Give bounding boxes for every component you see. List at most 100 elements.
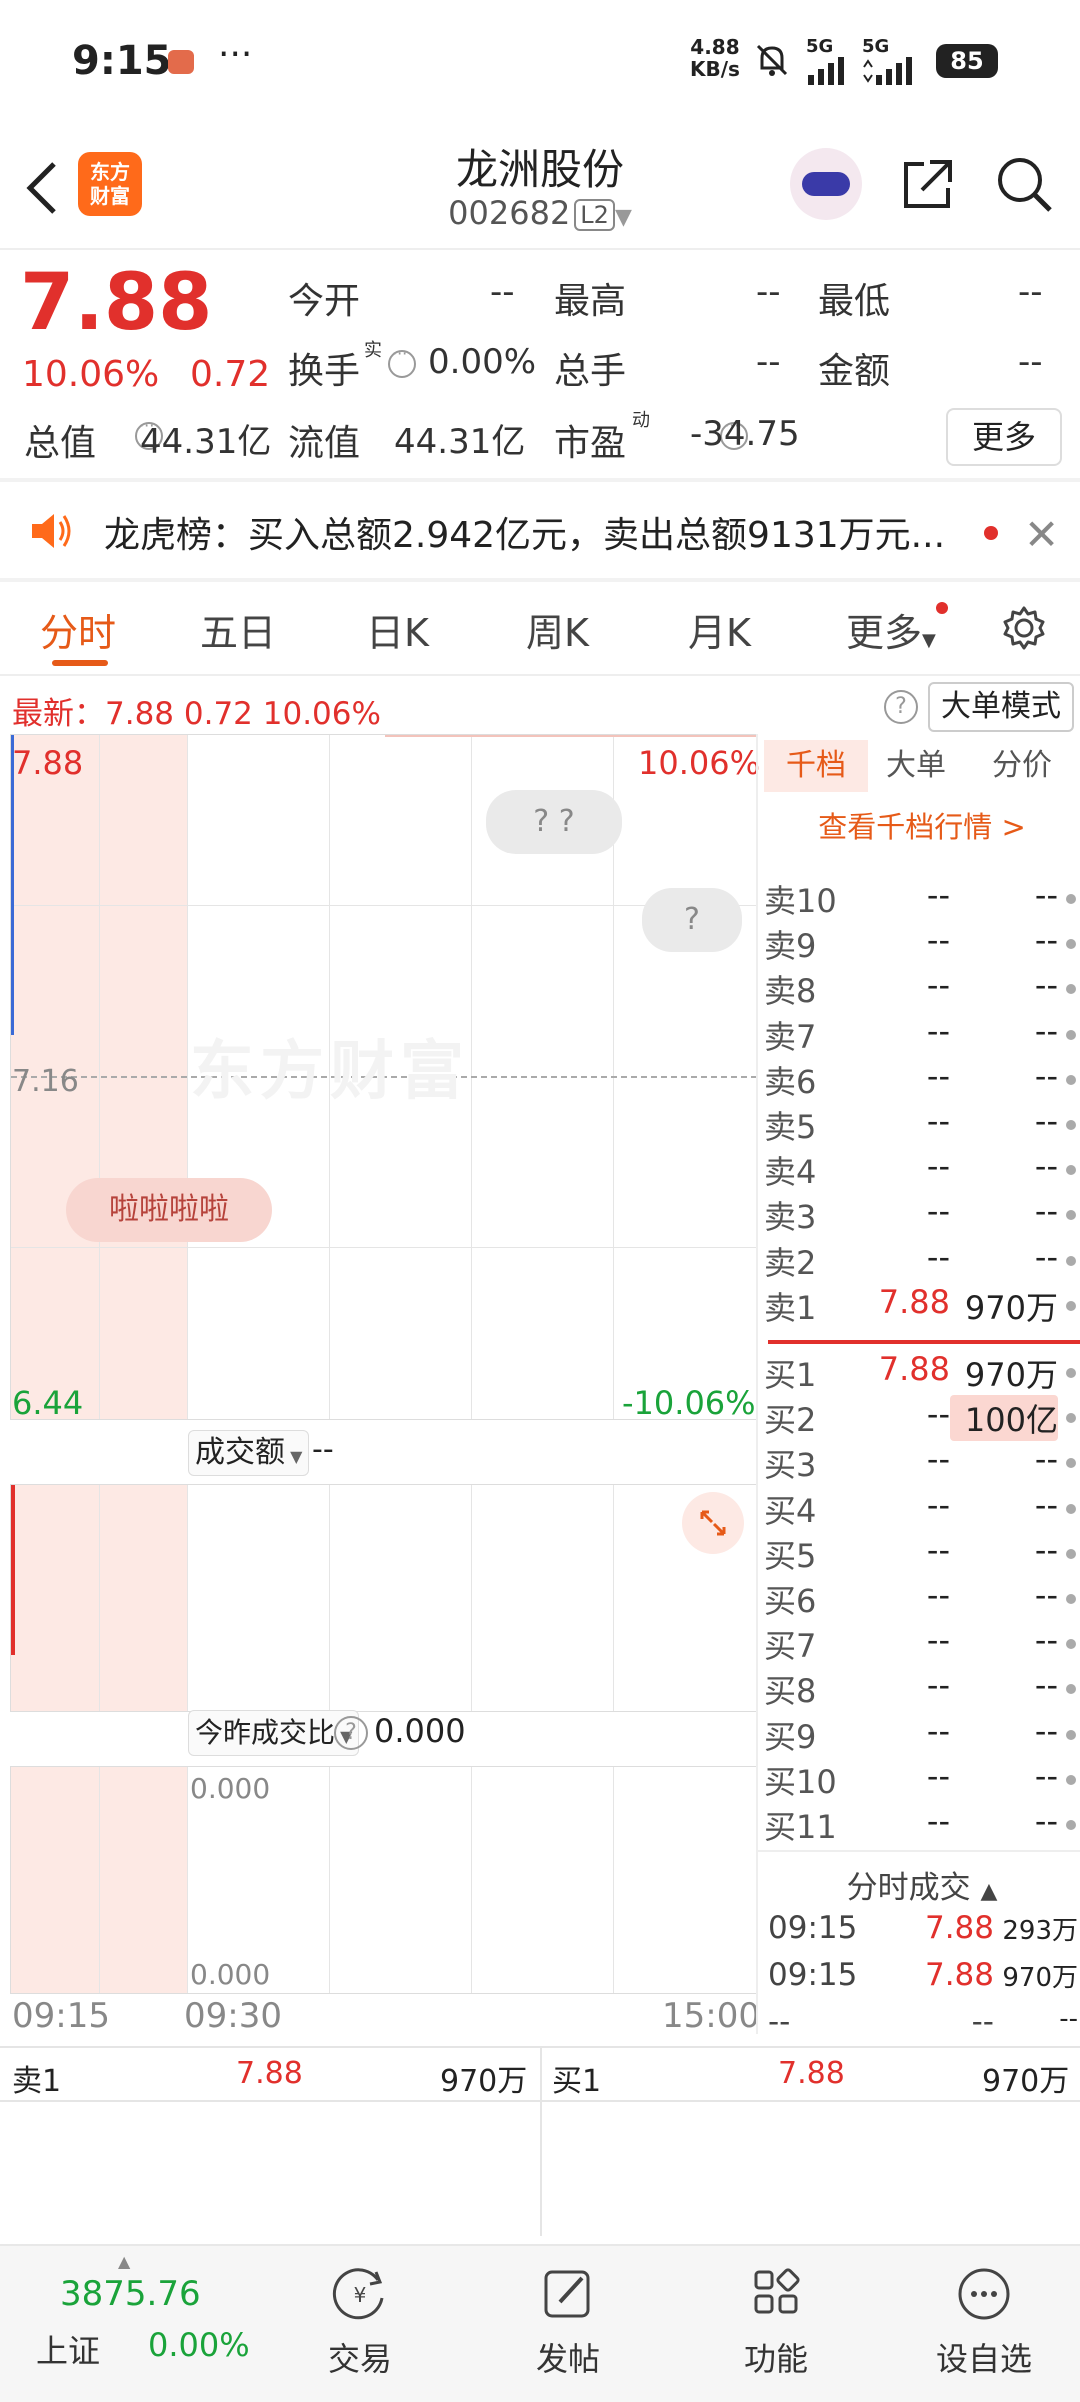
nav-post[interactable]: 发帖 — [508, 2266, 628, 2380]
change-percent: 10.06% — [22, 354, 160, 395]
buy-row[interactable]: 买11 -- -- — [764, 1802, 1080, 1847]
ratio-help-icon[interactable]: ? — [334, 1716, 368, 1750]
buy-row[interactable]: 买8 -- -- — [764, 1666, 1080, 1711]
dot-icon — [1066, 1594, 1076, 1604]
sell-row[interactable]: 卖4 -- -- — [764, 1147, 1080, 1192]
sell-row[interactable]: 卖8 -- -- — [764, 966, 1080, 1011]
sell-level-price: -- — [926, 921, 950, 960]
buy-level-price: -- — [926, 1440, 950, 1479]
buy-level-volume: -- — [1034, 1485, 1058, 1524]
ob-tab-thousand[interactable]: 千档 — [764, 740, 868, 792]
view-thousand-depth-link[interactable]: 查看千档行情 > — [764, 804, 1080, 846]
bid-ask-separator — [768, 1340, 1080, 1344]
buy-level-label: 买5 — [764, 1536, 817, 1575]
sell-level-label: 卖9 — [764, 927, 817, 966]
signal-icon-2: 5G — [862, 36, 918, 89]
nav-add-watchlist[interactable]: 设自选 — [924, 2266, 1044, 2380]
buy-row[interactable]: 买6 -- -- — [764, 1576, 1080, 1621]
orderbook-divider — [756, 734, 758, 2034]
post-icon — [544, 2270, 590, 2318]
caret-up-icon[interactable]: ▲ — [118, 2252, 130, 2271]
grid-v — [187, 1767, 188, 1993]
buy-row[interactable]: 买2 -- 100亿 — [764, 1395, 1080, 1442]
index-change[interactable]: 0.00% — [148, 2326, 250, 2364]
big-order-mode-button[interactable]: 大单模式 — [928, 682, 1074, 732]
change-amount: 0.72 — [190, 354, 271, 395]
ratio-axis-bottom: 0.000 — [190, 1958, 271, 1991]
share-icon[interactable] — [900, 156, 956, 212]
buy-level-volume: 100亿 — [950, 1395, 1058, 1442]
compare-left-label: 卖1 — [12, 2064, 62, 2099]
search-icon[interactable] — [994, 154, 1054, 214]
sell-row[interactable]: 卖5 -- -- — [764, 1102, 1080, 1147]
buy-row[interactable]: 买3 -- -- — [764, 1440, 1080, 1485]
more-quote-button[interactable]: 更多 — [946, 408, 1062, 466]
buy-row[interactable]: 买1 7.88 970万 — [764, 1350, 1080, 1395]
svg-text:¥: ¥ — [354, 2283, 367, 2307]
index-name[interactable]: 上证 — [36, 2326, 100, 2372]
ratio-chart[interactable] — [10, 1766, 758, 1994]
buy-level-volume: 970万 — [964, 1356, 1058, 1394]
chart-bubble-1[interactable]: ? ? — [486, 790, 622, 854]
notice-banner[interactable]: 龙虎榜：买入总额2.942亿元，卖出总额9131万元... ✕ — [0, 482, 1080, 578]
close-icon[interactable]: ✕ — [1024, 510, 1059, 559]
tab-more-dot — [936, 602, 948, 614]
amount-selector[interactable]: 成交额 ▼ — [188, 1430, 310, 1476]
chevron-down-icon: ▼ — [614, 205, 632, 230]
trade-icon: ¥ — [332, 2268, 384, 2320]
tab-more-caret-icon: ▼ — [922, 630, 936, 651]
sell-row[interactable]: 卖7 -- -- — [764, 1012, 1080, 1057]
high-label: 最高 — [554, 281, 627, 322]
trade-time: 09:15 — [768, 1910, 858, 1946]
sell-row[interactable]: 卖3 -- -- — [764, 1192, 1080, 1237]
amount-chart[interactable] — [10, 1484, 758, 1712]
level2-badge: L2 — [574, 199, 615, 231]
sell-level-label: 卖7 — [764, 1017, 817, 1056]
buy-row[interactable]: 买10 -- -- — [764, 1757, 1080, 1802]
sell-row[interactable]: 卖2 -- -- — [764, 1238, 1080, 1283]
sell-level-price: -- — [926, 1237, 950, 1276]
nav-trade[interactable]: ¥ 交易 — [300, 2266, 420, 2380]
sell-row[interactable]: 卖1 7.88 970万 — [764, 1283, 1080, 1328]
status-bar: 9:15 ··· 4.88 KB/s 5G 5G 85 — [0, 0, 1080, 120]
ob-tab-big-order[interactable]: 大单 — [886, 740, 946, 792]
tab-five-day[interactable]: 五日 — [200, 602, 276, 657]
tab-more[interactable]: 更多▼ — [846, 602, 936, 657]
index-value[interactable]: 3875.76 — [60, 2274, 201, 2314]
sell-level-volume: -- — [1034, 966, 1058, 1005]
expand-icon[interactable] — [682, 1492, 744, 1554]
sell-level-label: 卖10 — [764, 882, 837, 920]
sell-level-label: 卖3 — [764, 1198, 817, 1237]
amount-value: -- — [1018, 342, 1043, 382]
sell-row[interactable]: 卖10 -- -- — [764, 876, 1080, 921]
nav-functions[interactable]: 功能 — [716, 2266, 836, 2380]
buy-row[interactable]: 买4 -- -- — [764, 1486, 1080, 1531]
sell-row[interactable]: 卖9 -- -- — [764, 921, 1080, 966]
buy-level-price: -- — [926, 1802, 950, 1840]
notice-text: 龙虎榜：买入总额2.942亿元，卖出总额9131万元... — [104, 515, 946, 556]
float-label: 流值 — [288, 423, 361, 464]
help-icon[interactable]: ? — [884, 690, 918, 724]
turnover-label: 换手 — [288, 351, 361, 392]
tab-daily-k[interactable]: 日K — [366, 602, 429, 657]
gear-icon[interactable] — [1000, 604, 1048, 652]
dot-icon — [1066, 1684, 1076, 1695]
chart-tabs: 分时 五日 日K 周K 月K 更多▼ — [0, 582, 1080, 674]
grid-v — [613, 1485, 614, 1711]
chart-bubble-2[interactable]: ? — [642, 888, 742, 952]
chart-bubble-3[interactable]: 啦啦啦啦 — [66, 1178, 272, 1242]
buy-row[interactable]: 买7 -- -- — [764, 1621, 1080, 1666]
compare-right-label: 买1 — [552, 2064, 602, 2099]
ob-tab-price[interactable]: 分价 — [992, 740, 1052, 792]
sell-row[interactable]: 卖6 -- -- — [764, 1057, 1080, 1102]
tab-monthly-k[interactable]: 月K — [688, 602, 751, 657]
trades-header[interactable]: 分时成交 ▲ — [764, 1862, 1080, 1907]
turnover-info-icon[interactable] — [388, 344, 416, 378]
ai-assistant-icon[interactable] — [790, 148, 862, 220]
buy-level-label: 买4 — [764, 1491, 817, 1530]
tab-intraday[interactable]: 分时 — [40, 602, 116, 657]
ratio-axis-top: 0.000 — [190, 1772, 271, 1805]
buy-row[interactable]: 买9 -- -- — [764, 1712, 1080, 1757]
tab-weekly-k[interactable]: 周K — [526, 602, 589, 657]
buy-row[interactable]: 买5 -- -- — [764, 1531, 1080, 1576]
